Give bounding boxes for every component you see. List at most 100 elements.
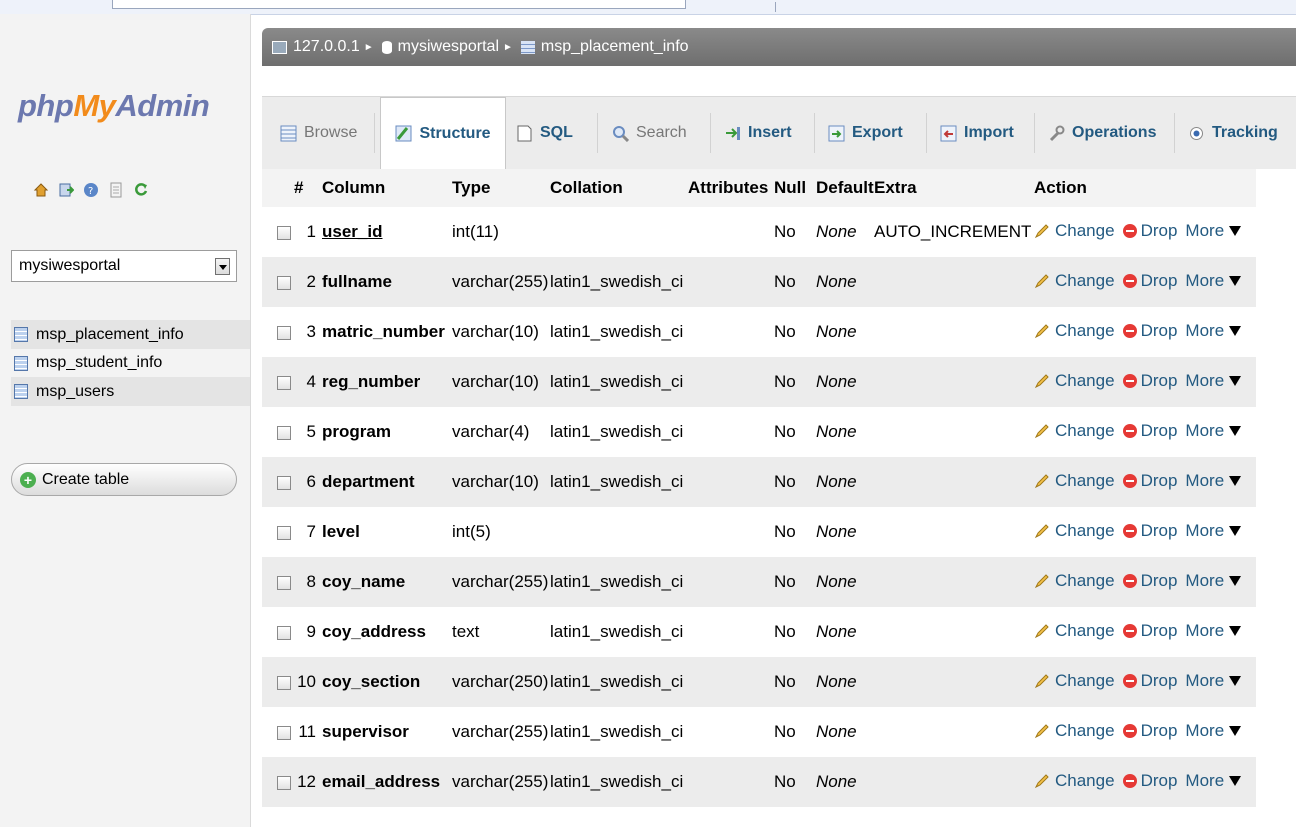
create-table-button[interactable]: + Create table — [11, 463, 237, 496]
change-link[interactable]: Change — [1055, 471, 1115, 491]
table-row[interactable]: 3 matric_number varchar(10) latin1_swedish_… — [262, 307, 1256, 357]
more-menu[interactable]: More — [1185, 721, 1242, 741]
more-menu[interactable]: More — [1185, 621, 1242, 641]
row-checkbox[interactable] — [277, 275, 291, 290]
drop-icon[interactable] — [1122, 773, 1137, 788]
table-list-item[interactable]: msp_users — [11, 377, 250, 406]
breadcrumb-server[interactable]: 127.0.0.1 — [293, 38, 360, 56]
more-menu[interactable]: More — [1185, 371, 1242, 391]
header-null[interactable]: Null — [774, 169, 816, 207]
drop-link[interactable]: Drop — [1141, 221, 1178, 241]
tab-search[interactable]: Search — [612, 97, 687, 169]
table-row[interactable]: 6 department varchar(10) latin1_swedish_ci N… — [262, 457, 1256, 507]
tab-export[interactable]: Export — [828, 97, 903, 169]
drop-icon[interactable] — [1122, 723, 1137, 738]
table-row[interactable]: 1 user_id int(11) No None AUTO_INCREMENT Chang… — [262, 207, 1256, 257]
pencil-icon[interactable] — [1034, 373, 1050, 389]
drop-link[interactable]: Drop — [1141, 271, 1178, 291]
column-name[interactable]: user_id — [322, 222, 382, 241]
drop-link[interactable]: Drop — [1141, 571, 1178, 591]
column-name[interactable]: matric_number — [322, 322, 445, 341]
row-checkbox[interactable] — [277, 425, 291, 440]
row-checkbox[interactable] — [277, 775, 291, 790]
pencil-icon[interactable] — [1034, 423, 1050, 439]
drop-link[interactable]: Drop — [1141, 521, 1178, 541]
drop-link[interactable]: Drop — [1141, 771, 1178, 791]
header-attributes[interactable]: Attributes — [688, 169, 774, 207]
pencil-icon[interactable] — [1034, 323, 1050, 339]
header-extra[interactable]: Extra — [874, 169, 1034, 207]
pencil-icon[interactable] — [1034, 673, 1050, 689]
tab-structure[interactable]: Structure — [380, 97, 506, 169]
drop-icon[interactable] — [1122, 623, 1137, 638]
more-menu[interactable]: More — [1185, 271, 1242, 291]
tab-sql[interactable]: SQL — [516, 97, 573, 169]
pencil-icon[interactable] — [1034, 773, 1050, 789]
pencil-icon[interactable] — [1034, 573, 1050, 589]
more-menu[interactable]: More — [1185, 321, 1242, 341]
column-name[interactable]: program — [322, 422, 391, 441]
row-checkbox[interactable] — [277, 225, 291, 240]
pencil-icon[interactable] — [1034, 623, 1050, 639]
header-column[interactable]: Column — [322, 169, 452, 207]
table-row[interactable]: 12 email_address varchar(255) latin1_swedis… — [262, 757, 1256, 807]
drop-icon[interactable] — [1122, 523, 1137, 538]
column-name[interactable]: department — [322, 472, 415, 491]
column-name[interactable]: supervisor — [322, 722, 409, 741]
change-link[interactable]: Change — [1055, 721, 1115, 741]
row-checkbox[interactable] — [277, 475, 291, 490]
change-link[interactable]: Change — [1055, 321, 1115, 341]
drop-link[interactable]: Drop — [1141, 471, 1178, 491]
drop-icon[interactable] — [1122, 573, 1137, 588]
change-link[interactable]: Change — [1055, 371, 1115, 391]
row-checkbox[interactable] — [277, 375, 291, 390]
breadcrumb-table[interactable]: msp_placement_info — [541, 38, 689, 56]
tab-browse[interactable]: Browse — [280, 97, 357, 169]
drop-icon[interactable] — [1122, 473, 1137, 488]
pencil-icon[interactable] — [1034, 223, 1050, 239]
pencil-icon[interactable] — [1034, 273, 1050, 289]
row-checkbox[interactable] — [277, 625, 291, 640]
drop-icon[interactable] — [1122, 373, 1137, 388]
table-row[interactable]: 7 level int(5) No None Change Drop More — [262, 507, 1256, 557]
column-name[interactable]: coy_section — [322, 672, 420, 691]
tab-insert[interactable]: Insert — [724, 97, 792, 169]
column-name[interactable]: coy_name — [322, 572, 405, 591]
header-collation[interactable]: Collation — [550, 169, 688, 207]
browser-address-field[interactable] — [112, 0, 686, 9]
drop-link[interactable]: Drop — [1141, 721, 1178, 741]
tab-tracking[interactable]: Tracking — [1188, 97, 1278, 169]
database-select[interactable]: mysiwesportal — [11, 250, 237, 282]
table-row[interactable]: 8 coy_name varchar(255) latin1_swedish_ci No… — [262, 557, 1256, 607]
docs-icon[interactable] — [108, 182, 124, 198]
row-checkbox[interactable] — [277, 675, 291, 690]
table-row[interactable]: 4 reg_number varchar(10) latin1_swedish_ci N… — [262, 357, 1256, 407]
table-list-item[interactable]: msp_placement_info — [11, 320, 250, 349]
drop-icon[interactable] — [1122, 223, 1137, 238]
pencil-icon[interactable] — [1034, 723, 1050, 739]
more-menu[interactable]: More — [1185, 221, 1242, 241]
drop-link[interactable]: Drop — [1141, 671, 1178, 691]
table-list-item[interactable]: msp_student_info — [11, 349, 250, 377]
drop-link[interactable]: Drop — [1141, 421, 1178, 441]
chevron-down-icon[interactable] — [215, 258, 230, 275]
reload-icon[interactable] — [133, 182, 149, 198]
change-link[interactable]: Change — [1055, 571, 1115, 591]
drop-icon[interactable] — [1122, 423, 1137, 438]
column-name[interactable]: fullname — [322, 272, 392, 291]
more-menu[interactable]: More — [1185, 571, 1242, 591]
drop-link[interactable]: Drop — [1141, 621, 1178, 641]
change-link[interactable]: Change — [1055, 421, 1115, 441]
header-default[interactable]: Default — [816, 169, 874, 207]
row-checkbox[interactable] — [277, 725, 291, 740]
table-row[interactable]: 11 supervisor varchar(255) latin1_swedish_c… — [262, 707, 1256, 757]
row-checkbox[interactable] — [277, 525, 291, 540]
tab-operations[interactable]: Operations — [1048, 97, 1156, 169]
drop-link[interactable]: Drop — [1141, 371, 1178, 391]
header-type[interactable]: Type — [452, 169, 550, 207]
table-row[interactable]: 5 program varchar(4) latin1_swedish_ci No Non… — [262, 407, 1256, 457]
drop-icon[interactable] — [1122, 323, 1137, 338]
more-menu[interactable]: More — [1185, 771, 1242, 791]
table-row[interactable]: 2 fullname varchar(255) latin1_swedish_ci No… — [262, 257, 1256, 307]
pencil-icon[interactable] — [1034, 473, 1050, 489]
